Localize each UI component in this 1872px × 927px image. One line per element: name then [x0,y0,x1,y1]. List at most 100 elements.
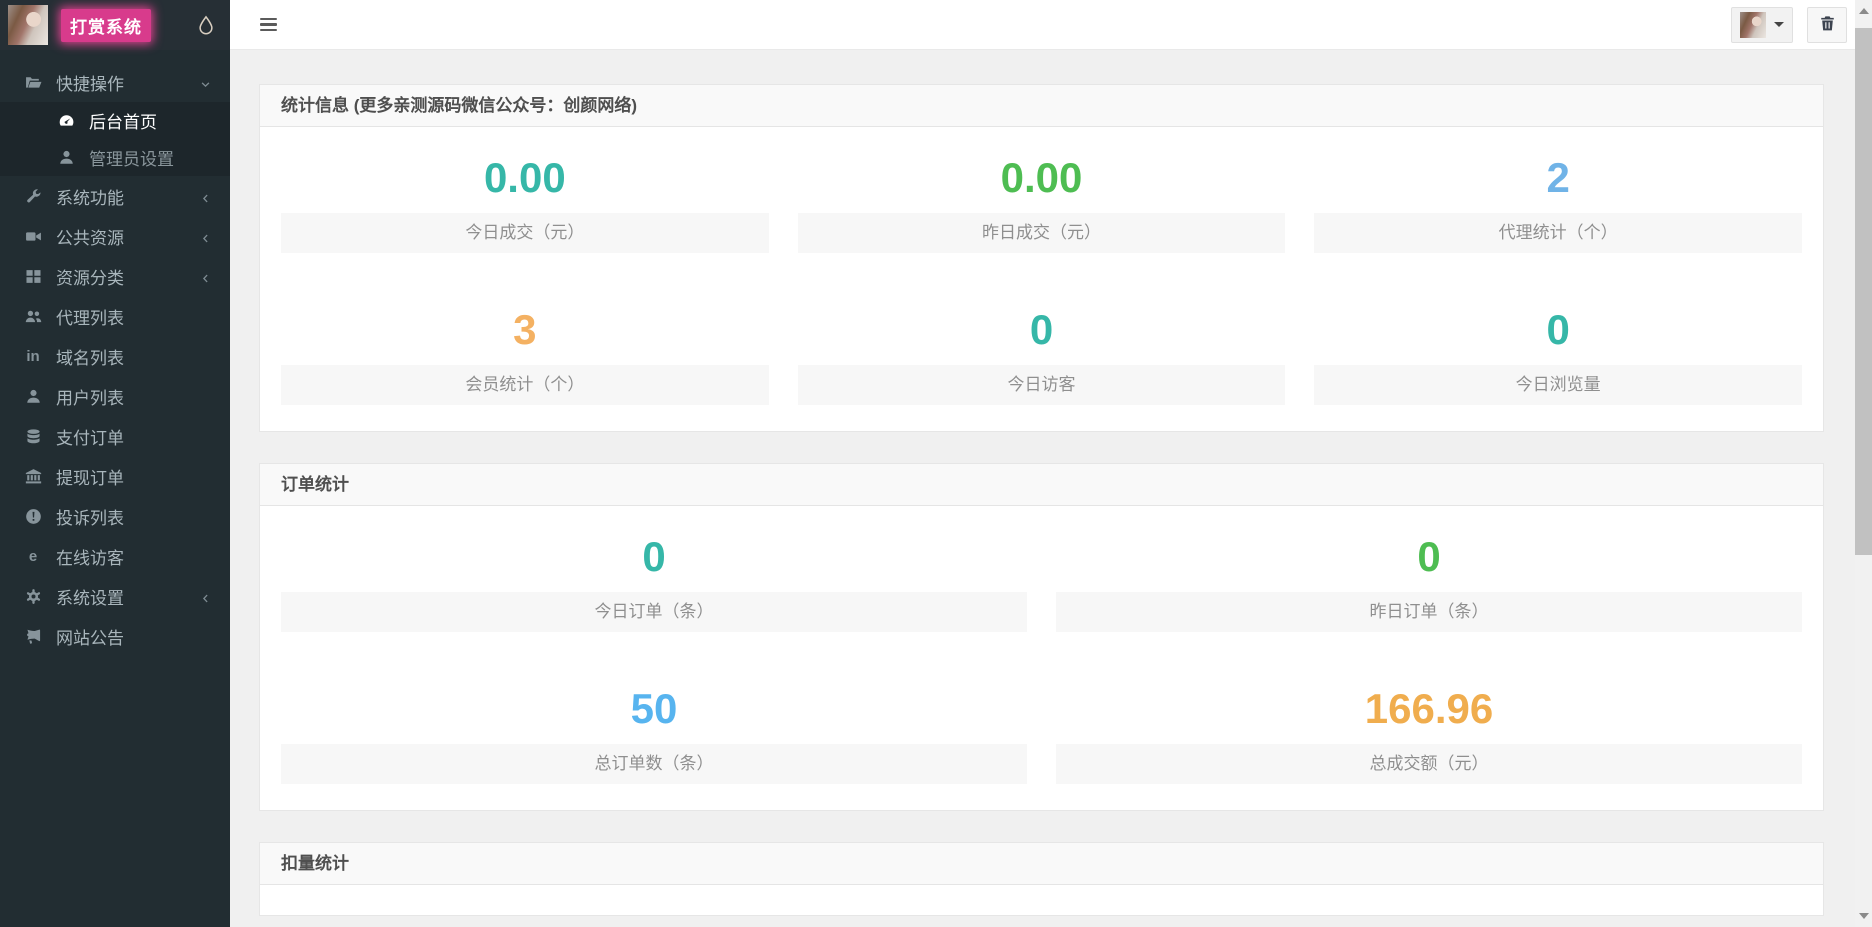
stat-value: 0.00 [798,153,1286,203]
deduction-stats-body [260,885,1823,915]
stat-value: 2 [1314,153,1802,203]
scrollbar-up-arrow[interactable] [1859,8,1869,14]
stat-label: 代理统计（个） [1314,213,1802,253]
sidebar-item-label: 网站公告 [56,624,124,649]
stat-item: 0.00 今日成交（元） [281,127,769,279]
stat-value: 0 [1056,532,1802,582]
sidebar-item-label: 投诉列表 [56,504,124,529]
stat-item: 0 今日订单（条） [281,506,1027,658]
sidebar-avatar [8,5,48,45]
panel-deduction-stats: 扣量统计 [259,842,1824,916]
stat-label: 今日浏览量 [1314,365,1802,405]
user-avatar [1740,12,1766,38]
gear-icon [24,588,42,605]
video-icon [24,228,42,245]
stat-item: 2 代理统计（个） [1314,127,1802,279]
stat-value: 50 [281,684,1027,734]
sidebar-menu: 快捷操作后台首页管理员设置系统功能公共资源资源分类代理列表 in域名列表用户列表支… [0,50,230,927]
sidebar-item-label: 提现订单 [56,464,124,489]
sidebar-item-complaint-list[interactable]: 投诉列表 [0,496,230,536]
sidebar-item-system-functions[interactable]: 系统功能 [0,176,230,216]
stat-label: 今日订单（条） [281,592,1027,632]
exclamation-circle-icon [24,508,42,525]
stat-item: 0 今日访客 [798,279,1286,431]
sidebar-item-label: 后台首页 [89,108,157,133]
sidebar-item-label: 资源分类 [56,264,124,289]
sidebar: 打赏系统 快捷操作后台首页管理员设置系统功能公共资源资源分类代理列表 in域名列表… [0,0,230,927]
stat-value: 0.00 [281,153,769,203]
folder-open-icon [24,74,42,91]
menu-icon [260,18,277,21]
sidebar-item-system-settings[interactable]: 系统设置 [0,576,230,616]
stat-label: 总成交额（元） [1056,744,1802,784]
order-stats-grid: 0 今日订单（条） 0昨日订单（条） 50 总订单数（条） 166.96 总成交额（元） [260,506,1823,810]
sidebar-logo: 打赏系统 [0,0,230,50]
sidebar-item-user-list[interactable]: 用户列表 [0,376,230,416]
sidebar-item-label: 域名列表 [56,344,124,369]
user-menu-button[interactable] [1731,7,1793,43]
grid-icon [24,268,42,285]
sidebar-item-resource-categories[interactable]: 资源分类 [0,256,230,296]
stat-label: 总订单数（条） [281,744,1027,784]
scrollbar-down-arrow[interactable] [1859,913,1869,919]
user-icon [57,149,75,166]
sidebar-toggle-button[interactable] [256,14,281,36]
panel-title-order-stats: 订单统计 [260,464,1823,506]
chevron-left-icon [199,230,212,243]
main-area: 统计信息 (更多亲测源码微信公众号：创颜网络) 0.00 今日成交（元） 0.00 昨… [230,0,1855,927]
panel-stats-info: 统计信息 (更多亲测源码微信公众号：创颜网络) 0.00 今日成交（元） 0.00 昨… [259,84,1824,432]
edge-icon: e [24,548,42,565]
scrollbar-thumb[interactable] [1855,28,1872,555]
trash-icon [1819,15,1836,35]
stat-label: 今日访客 [798,365,1286,405]
sidebar-item-admin-settings[interactable]: 管理员设置 [0,139,230,176]
chevron-left-icon [199,590,212,603]
vertical-scrollbar[interactable] [1855,0,1872,927]
stat-item: 50 总订单数（条） [281,658,1027,810]
sidebar-item-label: 系统功能 [56,184,124,209]
user-icon [24,388,42,405]
sidebar-item-withdraw-orders[interactable]: 提现订单 [0,456,230,496]
top-header [230,0,1855,50]
stat-value: 0 [798,305,1286,355]
stat-label: 今日成交（元） [281,213,769,253]
sidebar-item-site-announcement[interactable]: 网站公告 [0,616,230,656]
chevron-left-icon [199,190,212,203]
sidebar-item-dashboard-home[interactable]: 后台首页 [0,102,230,139]
dashboard-icon [57,112,75,129]
stat-value: 0 [281,532,1027,582]
panel-order-stats: 订单统计 0 今日订单（条） 0昨日订单（条） 50 总订单数（条） 166.96 总成交额… [259,463,1824,811]
sidebar-item-label: 快捷操作 [56,70,124,95]
app-title: 打赏系统 [61,9,151,42]
bullhorn-icon [24,628,42,645]
bank-icon [24,468,42,485]
sidebar-item-label: 公共资源 [56,224,124,249]
page-content: 统计信息 (更多亲测源码微信公众号：创颜网络) 0.00 今日成交（元） 0.00 昨… [230,50,1855,927]
stat-item: 0今日浏览量 [1314,279,1802,431]
stat-item: 3会员统计（个） [281,279,769,431]
sidebar-item-label: 代理列表 [56,304,124,329]
water-drop-icon [196,14,216,36]
header-actions [1731,7,1847,43]
chevron-down-icon [199,76,212,89]
chevron-left-icon [199,270,212,283]
panel-title-stats-info: 统计信息 (更多亲测源码微信公众号：创颜网络) [260,85,1823,127]
sidebar-item-public-resources[interactable]: 公共资源 [0,216,230,256]
sidebar-item-label: 用户列表 [56,384,124,409]
stat-label: 会员统计（个） [281,365,769,405]
users-icon [24,308,42,325]
wrench-icon [24,188,42,205]
sidebar-item-payment-orders[interactable]: 支付订单 [0,416,230,456]
sidebar-item-label: 支付订单 [56,424,124,449]
sidebar-item-online-visitors[interactable]: e在线访客 [0,536,230,576]
caret-down-icon [1774,22,1784,27]
app-root: 打赏系统 快捷操作后台首页管理员设置系统功能公共资源资源分类代理列表 in域名列表… [0,0,1872,927]
stat-item: 0昨日订单（条） [1056,506,1802,658]
stat-label: 昨日成交（元） [798,213,1286,253]
stat-item: 0.00 昨日成交（元） [798,127,1286,279]
stat-value: 166.96 [1056,684,1802,734]
trash-button[interactable] [1807,7,1847,43]
sidebar-item-quick-actions[interactable]: 快捷操作 [0,62,230,102]
sidebar-item-agent-list[interactable]: 代理列表 [0,296,230,336]
sidebar-item-domain-list[interactable]: in域名列表 [0,336,230,376]
